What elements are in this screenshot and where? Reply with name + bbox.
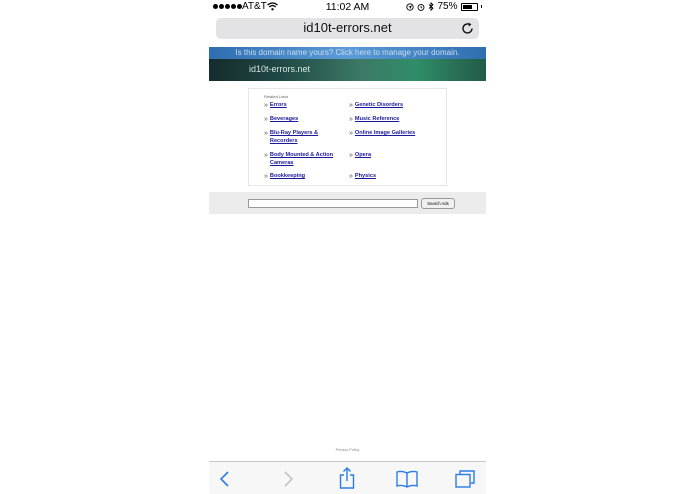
link-label[interactable]: Body Mounted & Action Cameras	[270, 151, 338, 167]
link-arrow-icon: »	[349, 116, 353, 123]
location-icon	[406, 2, 415, 11]
banner-domain-title: id10t-errors.net	[249, 64, 311, 74]
link-arrow-icon: »	[349, 152, 353, 159]
link-label[interactable]: Bookkeeping	[270, 172, 305, 180]
bluetooth-icon	[429, 2, 435, 11]
link-label[interactable]: Opera	[355, 151, 371, 159]
link-arrow-icon: »	[349, 173, 353, 180]
manage-domain-link[interactable]: Is this domain name yours? Click here to…	[209, 47, 486, 59]
back-chevron-icon[interactable]	[215, 470, 235, 488]
battery-icon	[460, 2, 478, 11]
browser-toolbar	[209, 461, 486, 494]
related-link-physics[interactable]: » Physics	[349, 172, 439, 181]
related-link-errors[interactable]: » Errors	[264, 101, 338, 110]
related-link-beverages[interactable]: » Beverages	[264, 115, 338, 124]
address-bar[interactable]: id10t-errors.net	[216, 18, 479, 39]
link-arrow-icon: »	[349, 102, 353, 109]
battery-percent: 75%	[437, 1, 458, 12]
link-arrow-icon: »	[349, 130, 353, 137]
link-arrow-icon: »	[264, 102, 268, 109]
link-arrow-icon: »	[264, 130, 268, 137]
link-label[interactable]: Errors	[270, 101, 287, 109]
related-links-heading: Related Links	[264, 94, 289, 99]
related-link-image-galleries[interactable]: » Online Image Galleries	[349, 129, 439, 138]
domain-banner: id10t-errors.net	[209, 59, 486, 81]
related-link-music-reference[interactable]: » Music Reference	[349, 115, 439, 124]
link-label[interactable]: Blu-Ray Players & Recorders	[270, 129, 338, 145]
phone-screen: AT&T 11:02 AM 75% id10t-errors.net Is th…	[209, 0, 486, 494]
share-icon[interactable]	[337, 467, 357, 489]
related-link-blu-ray[interactable]: » Blu-Ray Players & Recorders	[264, 129, 338, 145]
bookmarks-icon[interactable]	[396, 470, 418, 488]
link-arrow-icon: »	[264, 152, 268, 159]
link-label[interactable]: Online Image Galleries	[355, 129, 415, 137]
related-link-genetic-disorders[interactable]: » Genetic Disorders	[349, 101, 439, 110]
related-link-body-cameras[interactable]: » Body Mounted & Action Cameras	[264, 151, 338, 167]
link-arrow-icon: »	[264, 116, 268, 123]
reload-icon[interactable]	[460, 21, 475, 36]
link-label[interactable]: Physics	[355, 172, 376, 180]
status-icons: 75%	[406, 1, 482, 12]
link-label[interactable]: Genetic Disorders	[355, 101, 403, 109]
battery-nub	[480, 5, 482, 8]
alarm-icon	[418, 3, 425, 11]
tabs-icon[interactable]	[455, 470, 475, 488]
url-text[interactable]: id10t-errors.net	[216, 20, 479, 35]
link-arrow-icon: »	[264, 173, 268, 180]
related-link-opera[interactable]: » Opera	[349, 151, 439, 160]
link-label[interactable]: Beverages	[270, 115, 298, 123]
privacy-policy-link[interactable]: Privacy Policy	[209, 448, 486, 452]
search-ads-button[interactable]: Search Ads	[421, 198, 455, 209]
related-link-bookkeeping[interactable]: » Bookkeeping	[264, 172, 338, 181]
forward-chevron-icon[interactable]	[278, 470, 298, 488]
link-label[interactable]: Music Reference	[355, 115, 399, 123]
search-area: Search Ads	[209, 192, 486, 214]
status-bar: AT&T 11:02 AM 75%	[209, 0, 486, 15]
related-links-box: Related Links » Errors » Beverages » Blu…	[248, 88, 447, 186]
search-input[interactable]	[248, 199, 418, 208]
